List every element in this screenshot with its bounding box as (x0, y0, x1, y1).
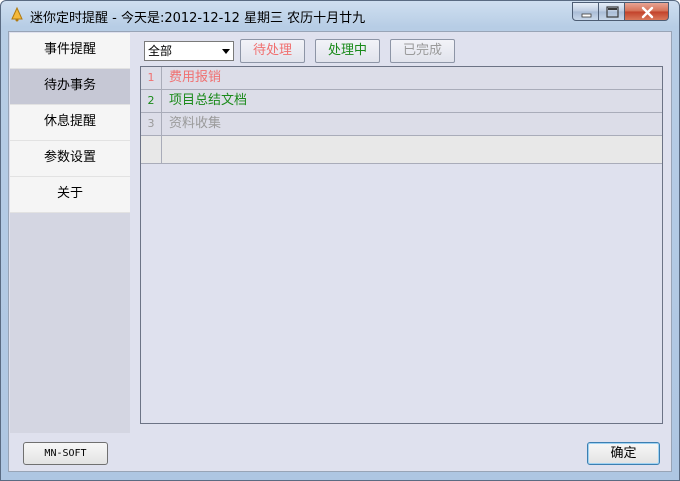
maximize-icon (606, 6, 619, 18)
row-number (141, 136, 162, 163)
ok-button[interactable]: 确定 (587, 442, 660, 465)
processing-button[interactable]: 处理中 (315, 39, 380, 63)
sidebar: 事件提醒 待办事务 休息提醒 参数设置 关于 (10, 33, 130, 433)
close-icon (641, 6, 654, 19)
pending-button[interactable]: 待处理 (240, 39, 305, 63)
close-button[interactable] (624, 2, 669, 21)
status-filter-select[interactable]: 全部 (144, 41, 234, 61)
bell-icon (11, 6, 23, 22)
status-filter-value: 全部 (148, 44, 173, 58)
dropdown-arrow-icon (222, 49, 230, 54)
new-row[interactable] (141, 136, 662, 164)
app-window: 迷你定时提醒 - 今天是:2012-12-12 星期三 农历十月廿九 事件提醒 … (0, 0, 680, 481)
title-bar[interactable]: 迷你定时提醒 - 今天是:2012-12-12 星期三 农历十月廿九 (1, 1, 679, 29)
sidebar-item-about[interactable]: 关于 (10, 177, 130, 213)
brand-button[interactable]: MN-SOFT (23, 442, 108, 465)
table-row[interactable]: 1 费用报销 (141, 67, 662, 90)
task-grid: 1 费用报销 2 项目总结文档 3 资料收集 (140, 66, 663, 424)
sidebar-item-event-reminder[interactable]: 事件提醒 (10, 33, 130, 69)
minimize-icon (581, 13, 592, 18)
sidebar-item-rest-reminder[interactable]: 休息提醒 (10, 105, 130, 141)
row-number: 1 (141, 67, 162, 89)
table-row[interactable]: 3 资料收集 (141, 113, 662, 136)
task-text: 费用报销 (169, 70, 222, 85)
row-number: 2 (141, 90, 162, 112)
client-area: 事件提醒 待办事务 休息提醒 参数设置 关于 全部 待处理 处理中 已完成 1 … (8, 31, 672, 472)
minimize-button[interactable] (572, 2, 599, 21)
sidebar-item-settings[interactable]: 参数设置 (10, 141, 130, 177)
task-text: 资料收集 (169, 116, 222, 131)
sidebar-item-todo[interactable]: 待办事务 (10, 69, 130, 105)
table-row[interactable]: 2 项目总结文档 (141, 90, 662, 113)
task-text: 项目总结文档 (169, 93, 248, 108)
window-title: 迷你定时提醒 - 今天是:2012-12-12 星期三 农历十月廿九 (30, 11, 366, 26)
completed-button[interactable]: 已完成 (390, 39, 455, 63)
row-number: 3 (141, 113, 162, 135)
maximize-button[interactable] (598, 2, 625, 21)
